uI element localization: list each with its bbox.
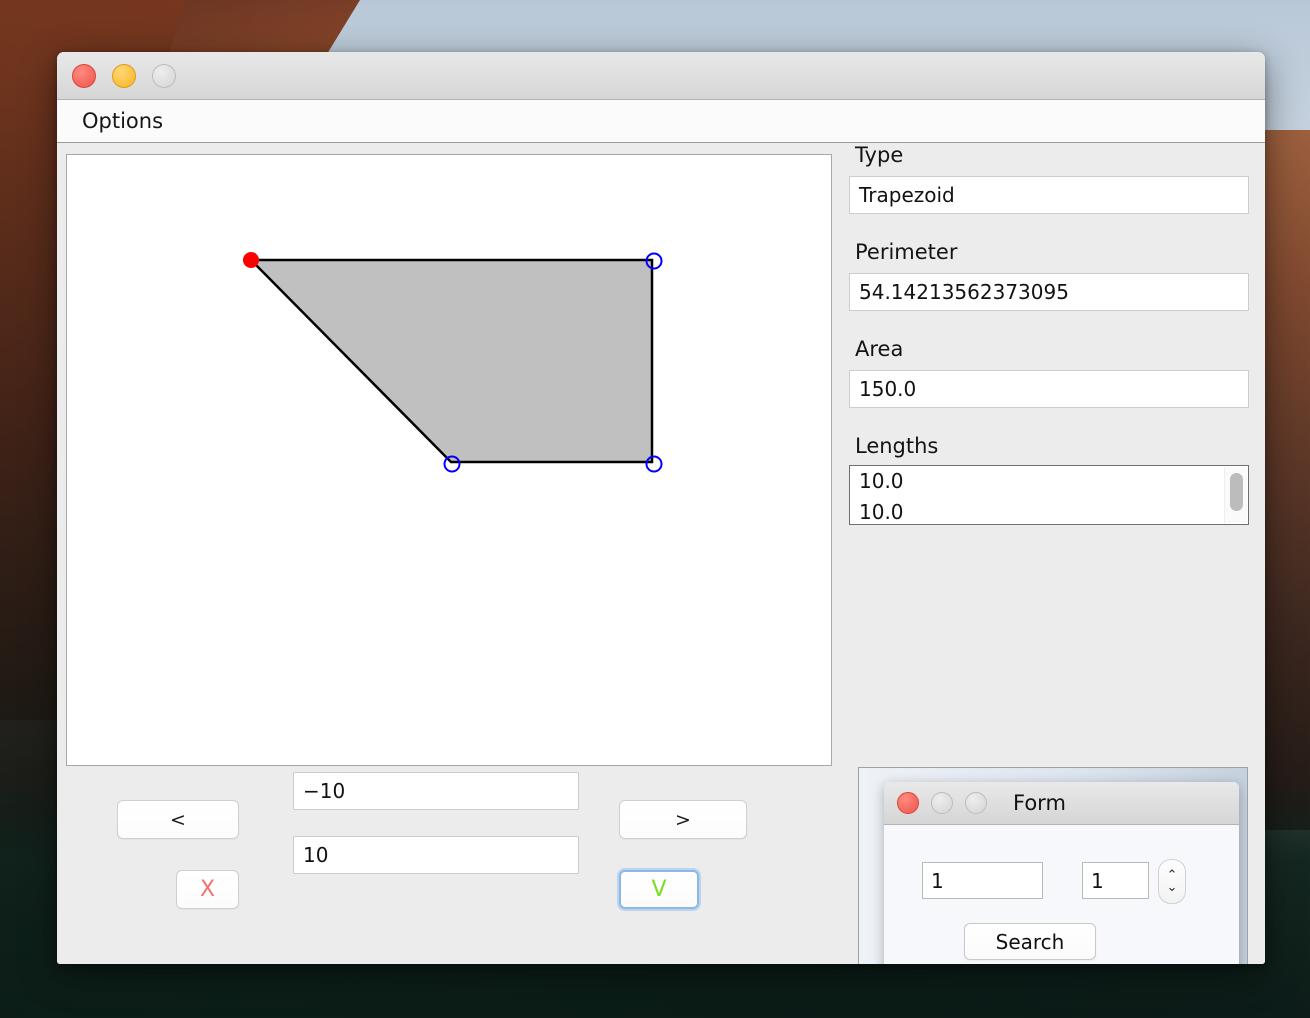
lengths-scrollbar[interactable] [1224,467,1247,523]
area-label: Area [855,337,904,361]
trapezoid-shape[interactable] [248,258,654,464]
previous-vertex-label: < [170,808,186,831]
vertex-handle-bottom-right[interactable] [645,455,663,473]
window-content: < > X V −10 10 Type Trapezoid Perimeter … [57,143,1265,964]
menu-bar: Options [57,100,1265,143]
list-item[interactable]: 10.0 [850,466,1248,497]
zoom-button-icon[interactable] [152,63,176,88]
main-window: Options < > X V −10 10 Type Trapezoid Pe… [57,52,1265,964]
form-dialog: Form 1 1 ⌃ ⌄ Search [884,782,1239,964]
minimize-button-icon[interactable] [112,63,136,88]
shape-drawing [243,252,663,473]
form-titlebar: Form [884,782,1239,825]
type-value: Trapezoid [859,183,955,207]
perimeter-label: Perimeter [855,240,958,264]
lengths-label: Lengths [855,434,939,458]
confirm-vertex-button[interactable]: V [619,870,699,909]
x-coordinate-value: −10 [303,779,346,803]
x-coordinate-input[interactable]: −10 [293,772,579,810]
area-field[interactable]: 150.0 [849,370,1249,408]
form-dialog-host: Form 1 1 ⌃ ⌄ Search [858,767,1248,964]
form-minimize-button-icon[interactable] [931,792,953,814]
form-first-input-value: 1 [931,868,944,893]
check-mark-icon: V [651,877,667,902]
area-value: 150.0 [859,377,917,401]
form-zoom-button-icon[interactable] [965,792,987,814]
perimeter-field[interactable]: 54.14213562373095 [849,273,1249,311]
form-second-input-value: 1 [1091,868,1104,893]
vertex-handle-top-left-selected[interactable] [243,252,259,268]
form-stepper[interactable]: ⌃ ⌄ [1158,859,1186,904]
list-item[interactable]: 10.0 [850,497,1248,524]
form-second-input[interactable]: 1 [1082,862,1149,899]
menu-item-options[interactable]: Options [76,107,169,135]
close-button-icon[interactable] [72,63,96,88]
form-title: Form [1013,791,1066,815]
lengths-list[interactable]: 10.0 10.0 [849,465,1249,525]
y-coordinate-input[interactable]: 10 [293,836,579,874]
form-body: 1 1 ⌃ ⌄ Search [884,825,1239,964]
window-titlebar [57,52,1265,100]
y-coordinate-value: 10 [303,843,329,867]
type-label: Type [855,143,904,167]
x-mark-icon: X [199,877,216,902]
next-vertex-label: > [675,808,691,831]
chevron-down-icon[interactable]: ⌄ [1167,880,1178,893]
type-field[interactable]: Trapezoid [849,176,1249,214]
lengths-scrollbar-thumb[interactable] [1230,473,1243,511]
perimeter-value: 54.14213562373095 [859,280,1069,304]
search-button[interactable]: Search [964,923,1096,960]
form-first-input[interactable]: 1 [922,862,1043,899]
previous-vertex-button[interactable]: < [117,800,239,839]
shape-canvas[interactable] [66,154,832,766]
next-vertex-button[interactable]: > [619,800,747,839]
form-close-button-icon[interactable] [897,792,919,814]
delete-vertex-button[interactable]: X [176,870,239,909]
search-button-label: Search [995,929,1065,954]
